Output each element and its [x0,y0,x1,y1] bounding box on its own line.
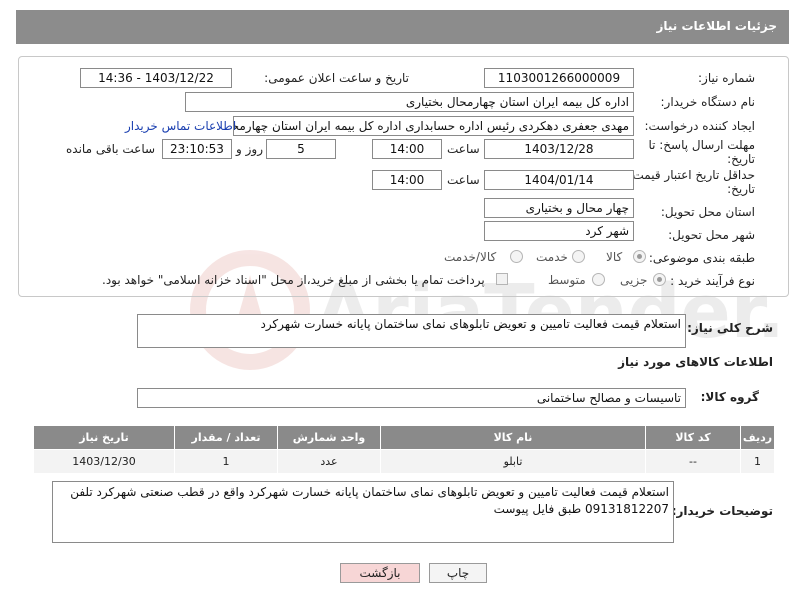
goods-section-title: اطلاعات کالاهای مورد نیاز [618,355,773,369]
goods-group-field: تاسیسات و مصالح ساختمانی [137,388,686,408]
goods-group-label: گروه کالا: [700,390,759,404]
treasury-payment-checkbox[interactable] [496,273,508,285]
header-bar: جزئیات اطلاعات نیاز [16,10,789,44]
reply-days-label: روز و [236,142,263,156]
col-header-need-date: تاریخ نیاز [33,425,175,450]
reply-days-field: 5 [266,139,336,159]
buyer-org-label: نام دستگاه خریدار: [660,95,756,109]
back-button[interactable]: بازگشت [340,563,420,583]
delivery-province-field: چهار محال و بختیاری [484,198,634,218]
price-validity-label: حداقل تاریخ اعتبار قیمت: تا [617,168,755,182]
announce-datetime-label: تاریخ و ساعت اعلان عمومی: [264,71,409,85]
print-button[interactable]: چاپ [429,563,487,583]
delivery-province-label: استان محل تحویل: [660,205,755,219]
cell-goods-code: -- [645,449,741,474]
price-validity-time-field: 14:00 [372,170,442,190]
table-row: 1 -- تابلو عدد 1 1403/12/30 [33,449,775,474]
reply-remaining-field: 23:10:53 [162,139,232,159]
page-title: جزئیات اطلاعات نیاز [656,19,777,33]
cell-quantity: 1 [174,449,278,474]
category-radio-goods-service[interactable] [510,250,523,263]
reply-time-field: 14:00 [372,139,442,159]
col-header-quantity: تعداد / مقدار [174,425,278,450]
cell-goods-name: تابلو [380,449,646,474]
cell-unit: عدد [277,449,381,474]
requester-label: ایجاد کننده درخواست: [644,119,755,133]
col-header-goods-code: کد کالا [645,425,741,450]
buyer-contact-link[interactable]: اطلاعات تماس خریدار [125,119,236,133]
price-validity-time-label: ساعت [447,173,480,187]
reply-deadline-label-2: تاریخ: [727,152,755,166]
reply-time-label: ساعت [447,142,480,156]
goods-table-header-row: ردیف کد کالا نام کالا واحد شمارش تعداد /… [33,425,775,450]
cell-row-number: 1 [740,449,775,474]
price-validity-label-2: تاریخ: [727,182,755,196]
category-option-goods: کالا [606,250,623,264]
col-header-row-number: ردیف [740,425,775,450]
buyer-org-field: اداره کل بیمه ایران استان چهارمحال بختیا… [185,92,634,112]
treasury-payment-text: پرداخت تمام یا بخشی از مبلغ خرید،از محل … [102,273,485,287]
category-radio-goods[interactable] [633,250,646,263]
need-number-field: 1103001266000009 [484,68,634,88]
goods-table: ردیف کد کالا نام کالا واحد شمارش تعداد /… [33,425,775,474]
reply-remaining-label: ساعت باقی مانده [66,142,156,156]
purchase-process-label: نوع فرآیند خرید : [670,274,755,288]
cell-need-date: 1403/12/30 [33,449,175,474]
price-validity-date-field: 1404/01/14 [484,170,634,190]
buyer-notes-label: توضیحات خریدار: [671,504,773,518]
need-number-label: شماره نیاز: [698,71,755,85]
reply-date-field: 1403/12/28 [484,139,634,159]
announce-datetime-field: 1403/12/22 - 14:36 [80,68,232,88]
col-header-goods-name: نام کالا [380,425,646,450]
category-option-goods-service: کالا/خدمت [444,250,497,264]
col-header-unit: واحد شمارش [277,425,381,450]
process-radio-medium[interactable] [592,273,605,286]
category-label: طبقه بندی موضوعی: [648,251,755,265]
buyer-notes-field: استعلام قیمت فعالیت تامیین و تعویض تابلو… [52,481,674,543]
process-option-medium: متوسط [548,273,586,287]
reply-deadline-label: مهلت ارسال پاسخ: تا [648,138,755,152]
delivery-city-field: شهر کرد [484,221,634,241]
requester-field: مهدی جعفری دهکردی رئیس اداره حسابداری اد… [233,116,634,136]
general-description-label: شرح کلی نیاز: [687,321,773,335]
process-radio-minor[interactable] [653,273,666,286]
process-option-minor: جزیی [620,273,648,287]
category-radio-service[interactable] [572,250,585,263]
general-description-field: استعلام قیمت فعالیت تامیین و تعویض تابلو… [137,314,686,348]
category-option-service: خدمت [536,250,568,264]
delivery-city-label: شهر محل تحویل: [668,228,755,242]
